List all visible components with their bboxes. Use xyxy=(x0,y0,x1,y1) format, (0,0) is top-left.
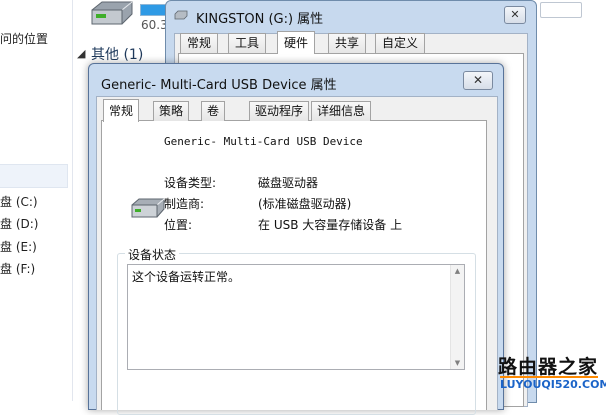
nav-item-drive-d[interactable]: 盘 (D:) xyxy=(0,215,38,232)
site-watermark: 路由器之家 LUYOUQI520.COM xyxy=(492,352,606,401)
device-type-label: 设备类型: xyxy=(164,176,217,190)
close-icon[interactable]: ✕ xyxy=(504,6,526,24)
search-input[interactable] xyxy=(540,2,582,18)
tab-general[interactable]: 常规 xyxy=(103,99,140,122)
watermark-url: LUYOUQI520.COM xyxy=(500,378,606,391)
drive-size-text: 60.3 xyxy=(141,18,168,32)
watermark-title: 路由器之家 xyxy=(498,356,599,378)
device-type-value: 磁盘驱动器 xyxy=(258,176,319,190)
drive-icon xyxy=(174,10,188,20)
location-label: 位置: xyxy=(164,218,193,232)
group-header-other[interactable]: 其他 (1) xyxy=(91,44,143,64)
window-title: KINGSTON (G:) 属性 xyxy=(196,12,324,27)
nav-item-drive-c[interactable]: 盘 (C:) xyxy=(0,193,38,210)
scroll-down-icon[interactable]: ▼ xyxy=(451,357,464,369)
location-value: 在 USB 大容量存储设备 上 xyxy=(258,218,403,232)
tab-sharing[interactable]: 共享 xyxy=(328,33,367,53)
device-properties-window: Generic- Multi-Card USB Device 属性 ✕ 常规 策… xyxy=(88,63,504,415)
collapse-arrow-icon[interactable]: ◢ xyxy=(77,47,85,60)
tab-volumes[interactable]: 卷 xyxy=(201,101,226,121)
tab-customize[interactable]: 自定义 xyxy=(375,33,426,53)
device-status-legend: 设备状态 xyxy=(125,246,180,263)
disk-drive-icon xyxy=(131,198,165,218)
tab-details[interactable]: 详细信息 xyxy=(311,101,372,121)
tab-policies[interactable]: 策略 xyxy=(153,101,190,121)
nav-item-drive-e[interactable]: 盘 (E:) xyxy=(0,238,37,255)
tab-hardware[interactable]: 硬件 xyxy=(277,31,316,54)
tab-general[interactable]: 常规 xyxy=(180,33,219,53)
device-status-textbox[interactable]: 这个设备运转正常。 ▲ ▼ xyxy=(127,264,465,370)
device-status-text: 这个设备运转正常。 xyxy=(132,270,241,284)
status-scrollbar[interactable]: ▲ ▼ xyxy=(450,265,464,369)
tab-driver[interactable]: 驱动程序 xyxy=(249,101,310,121)
manufacturer-label: 制造商: xyxy=(164,197,205,211)
close-icon[interactable]: ✕ xyxy=(463,71,493,90)
device-name: Generic- Multi-Card USB Device xyxy=(164,135,363,148)
nav-item-recent-places[interactable]: 问的位置 xyxy=(0,30,48,47)
tab-tools[interactable]: 工具 xyxy=(228,33,267,53)
manufacturer-value: (标准磁盘驱动器) xyxy=(258,197,352,211)
scroll-up-icon[interactable]: ▲ xyxy=(451,265,464,277)
window-title: Generic- Multi-Card USB Device 属性 xyxy=(101,78,337,93)
nav-selection-highlight xyxy=(0,164,68,188)
nav-item-drive-f[interactable]: 盘 (F:) xyxy=(0,260,35,277)
hard-drive-icon[interactable] xyxy=(88,0,136,28)
